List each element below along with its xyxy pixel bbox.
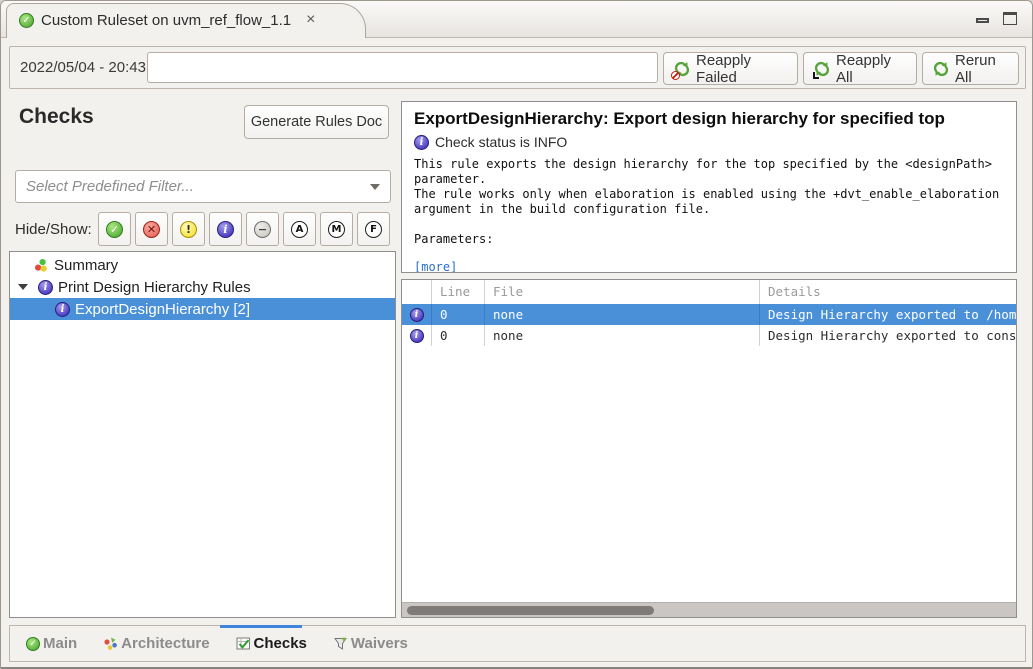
cell-file: none	[484, 304, 759, 325]
table-row[interactable]: i 0 none Design Hierarchy exported to /h…	[402, 304, 1016, 325]
tab-checks[interactable]: Checks	[236, 635, 307, 652]
check-description-panel: ExportDesignHierarchy: Export design hie…	[401, 101, 1017, 273]
info-icon: i	[414, 135, 429, 150]
rerun-all-label: Rerun All	[955, 52, 1008, 86]
filter-passed-button[interactable]: ✓	[98, 212, 131, 246]
line-column-header[interactable]: Line	[431, 280, 484, 304]
tree-item-print-design-hierarchy[interactable]: i Print Design Hierarchy Rules	[10, 276, 395, 298]
tab-checks-label: Checks	[254, 635, 307, 652]
icon-column-header	[402, 280, 431, 304]
filter-a-button[interactable]: A	[283, 212, 316, 246]
tab-waivers-label: Waivers	[351, 635, 408, 652]
failed-icon: ✕	[143, 221, 160, 238]
tree-item-export-design-hierarchy[interactable]: i ExportDesignHierarchy [2]	[10, 298, 395, 320]
hide-show-label: Hide/Show:	[15, 221, 92, 238]
checks-panel-title: Checks	[19, 105, 94, 129]
info-icon: i	[410, 308, 424, 322]
maximize-icon[interactable]	[1003, 12, 1017, 25]
ruleset-status-icon: ✓	[19, 13, 34, 28]
predefined-filter-placeholder: Select Predefined Filter...	[26, 178, 370, 195]
active-tab-indicator	[220, 625, 302, 628]
rerun-icon	[933, 61, 949, 77]
main-tab-icon: ✓	[26, 637, 40, 651]
tab-waivers[interactable]: Waivers	[333, 635, 408, 652]
checks-tab-icon	[236, 636, 251, 651]
close-icon[interactable]: ×	[306, 12, 315, 28]
view-tab-title: Custom Ruleset on uvm_ref_flow_1.1	[41, 12, 291, 29]
app-window: ✓ Custom Ruleset on uvm_ref_flow_1.1 × 2…	[0, 0, 1033, 669]
failed-badge-icon	[671, 71, 680, 80]
tree-expander-icon[interactable]	[18, 284, 28, 290]
disabled-icon: −	[254, 221, 271, 238]
file-column-header[interactable]: File	[484, 280, 759, 304]
reapply-all-label: Reapply All	[836, 52, 906, 86]
chevron-down-icon	[370, 184, 380, 190]
parameters-label: Parameters:	[414, 232, 1004, 246]
tab-architecture[interactable]: Architecture	[103, 635, 209, 652]
details-column-header[interactable]: Details	[759, 280, 1016, 304]
tab-main[interactable]: ✓ Main	[26, 635, 77, 652]
refresh-all-icon	[814, 61, 830, 77]
bottom-tab-bar: ✓ Main Architecture	[9, 625, 1026, 662]
check-description-text: This rule exports the design hierarchy f…	[414, 157, 1004, 217]
cell-file: none	[484, 325, 759, 346]
tree-item-label: ExportDesignHierarchy [2]	[75, 301, 250, 318]
check-status-row: i Check status is INFO	[414, 134, 1004, 150]
circled-f-icon: F	[365, 221, 382, 238]
filter-f-button[interactable]: F	[357, 212, 390, 246]
minimize-icon[interactable]	[976, 18, 989, 23]
filter-disabled-button[interactable]: −	[246, 212, 279, 246]
circled-a-icon: A	[291, 221, 308, 238]
table-row[interactable]: i 0 none Design Hierarchy exported to co…	[402, 325, 1016, 346]
waivers-funnel-icon	[333, 636, 348, 651]
filter-m-button[interactable]: M	[320, 212, 353, 246]
view-tab-strip: ✓ Custom Ruleset on uvm_ref_flow_1.1 ×	[1, 1, 1032, 38]
tab-main-label: Main	[43, 635, 77, 652]
filter-info-button[interactable]: i	[209, 212, 242, 246]
cell-details: Design Hierarchy exported to console	[759, 325, 1016, 346]
passed-icon: ✓	[106, 221, 123, 238]
tab-architecture-label: Architecture	[121, 635, 209, 652]
refresh-failed-icon	[674, 61, 690, 77]
check-title: ExportDesignHierarchy: Export design hie…	[414, 109, 1004, 129]
run-timestamp: 2022/05/04 - 20:43	[20, 47, 146, 88]
architecture-icon	[103, 636, 118, 651]
info-icon: i	[55, 302, 70, 317]
info-icon: i	[38, 280, 53, 295]
check-status-text: Check status is INFO	[435, 134, 567, 150]
reapply-failed-button[interactable]: Reapply Failed	[663, 52, 798, 85]
view-tab-custom-ruleset[interactable]: ✓ Custom Ruleset on uvm_ref_flow_1.1 ×	[6, 3, 366, 38]
cell-line: 0	[431, 304, 484, 325]
horizontal-scrollbar[interactable]	[402, 602, 1016, 617]
results-table: Line File Details i 0 none Design Hierar…	[401, 279, 1017, 618]
cell-line: 0	[431, 325, 484, 346]
toolbar-search-input[interactable]	[147, 52, 658, 83]
info-icon: i	[410, 329, 424, 343]
summary-icon	[34, 258, 49, 273]
table-header-row: Line File Details	[402, 280, 1016, 304]
generate-rules-doc-button[interactable]: Generate Rules Doc	[244, 105, 389, 139]
all-badge-icon	[813, 72, 819, 79]
more-link[interactable]: [more]	[414, 260, 457, 273]
circled-m-icon: M	[328, 221, 345, 238]
generate-rules-doc-label: Generate Rules Doc	[251, 114, 382, 130]
tree-item-label: Summary	[54, 257, 118, 274]
filter-warning-button[interactable]: !	[172, 212, 205, 246]
rerun-all-button[interactable]: Rerun All	[922, 52, 1019, 85]
toolbar: 2022/05/04 - 20:43 Reapply Failed	[9, 46, 1026, 89]
checks-tree: Summary i Print Design Hierarchy Rules i…	[9, 251, 396, 618]
reapply-all-button[interactable]: Reapply All	[803, 52, 917, 85]
filter-failed-button[interactable]: ✕	[135, 212, 168, 246]
cell-details: Design Hierarchy exported to /home/a	[759, 304, 1016, 325]
reapply-failed-label: Reapply Failed	[696, 52, 787, 86]
predefined-filter-select[interactable]: Select Predefined Filter...	[15, 170, 391, 203]
scrollbar-thumb[interactable]	[407, 606, 654, 615]
tree-item-summary[interactable]: Summary	[10, 254, 395, 276]
info-icon: i	[217, 221, 234, 238]
warning-icon: !	[180, 221, 197, 238]
tree-item-label: Print Design Hierarchy Rules	[58, 279, 251, 296]
